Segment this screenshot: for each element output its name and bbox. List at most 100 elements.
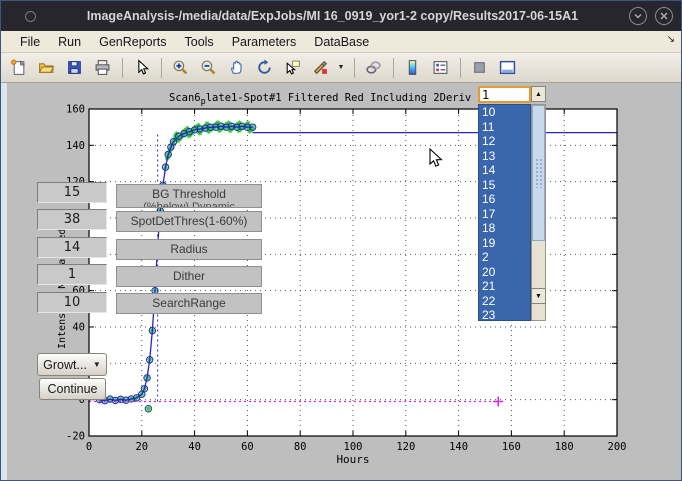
open-folder-icon	[38, 59, 55, 76]
insert-colorbar-button[interactable]	[399, 55, 425, 81]
spot-list-item[interactable]: 23	[479, 308, 530, 321]
spot-list-item[interactable]: 14	[479, 163, 530, 178]
save-icon	[66, 59, 83, 76]
insert-legend-icon	[432, 59, 449, 76]
searchrange-label: SearchRange	[117, 297, 261, 310]
spotdetthres-button[interactable]: SpotDetThres(1-60%)	[116, 211, 262, 232]
dither-label: Dither	[117, 270, 261, 283]
link-plots-button[interactable]	[360, 55, 386, 81]
data-cursor-icon	[284, 59, 301, 76]
pointer-button[interactable]	[128, 55, 154, 81]
window-title: ImageAnalysis-/media/data/ExpJobs/MI 16_…	[36, 9, 629, 23]
searchrange-button[interactable]: SearchRange	[116, 293, 262, 314]
brush-icon	[312, 59, 329, 76]
zoom-in-button[interactable]	[167, 55, 193, 81]
left-edge-strip	[1, 83, 7, 481]
zoom-out-button[interactable]	[195, 55, 221, 81]
pan-button[interactable]	[223, 55, 249, 81]
spot-list-item[interactable]: 11	[479, 120, 530, 135]
spot-list-item[interactable]: 2	[479, 250, 530, 265]
zoom-in-icon	[172, 59, 189, 76]
bg-threshold-label: BG Threshold	[117, 188, 261, 201]
print-icon	[94, 59, 111, 76]
chevron-down-icon: ▼	[93, 360, 101, 369]
spot-list-item[interactable]: 13	[479, 149, 530, 164]
save-button[interactable]	[61, 55, 87, 81]
menu-item-parameters[interactable]: Parameters	[223, 33, 306, 51]
toolbar: ▼	[1, 53, 681, 83]
menu-item-genreports[interactable]: GenReports	[90, 33, 175, 51]
searchrange-input[interactable]	[37, 292, 107, 313]
app-window: ImageAnalysis-/media/data/ExpJobs/MI 16_…	[0, 0, 682, 481]
spotdetthres-label: SpotDetThres(1-60%)	[117, 215, 261, 228]
close-icon	[659, 11, 669, 21]
new-file-button[interactable]	[5, 55, 31, 81]
chevron-down-icon	[633, 11, 643, 21]
brush-button[interactable]	[307, 55, 333, 81]
show-plot-tools-button[interactable]	[494, 55, 520, 81]
spot-number-input[interactable]	[478, 86, 531, 103]
continue-label: Continue	[47, 382, 97, 396]
menu-item-database[interactable]: DataBase	[305, 33, 378, 51]
scrollbar-thumb[interactable]	[532, 105, 545, 241]
spot-listbox: ▲ 10111213141516171819220212223 ▼	[478, 86, 546, 321]
dither-button[interactable]: Dither	[116, 266, 262, 287]
toolbar-separator	[161, 58, 162, 78]
menu-overflow-icon[interactable]: ↘	[667, 34, 675, 45]
window-menu-button[interactable]	[25, 11, 36, 22]
radius-input[interactable]	[37, 237, 107, 258]
spot-list-item[interactable]: 18	[479, 221, 530, 236]
show-plot-tools-icon	[499, 59, 516, 76]
pointer-icon	[133, 59, 150, 76]
open-folder-button[interactable]	[33, 55, 59, 81]
spot-list-item[interactable]: 21	[479, 279, 530, 294]
menu-item-tools[interactable]: Tools	[176, 33, 223, 51]
link-plots-icon	[365, 59, 382, 76]
menubar: FileRunGenReportsToolsParametersDataBase…	[1, 31, 681, 53]
minimize-button[interactable]	[629, 7, 647, 25]
brush-caret-button[interactable]: ▼	[335, 55, 347, 81]
chevron-down-icon: ▼	[338, 64, 345, 71]
bg-threshold-label2: (%below) Dynamic	[117, 201, 261, 208]
toolbar-separator	[354, 58, 355, 78]
zoom-out-icon	[200, 59, 217, 76]
scrollbar-grip	[535, 158, 544, 188]
growth-dropdown[interactable]: Growt... ▼	[37, 353, 107, 376]
spot-list-item[interactable]: 16	[479, 192, 530, 207]
radius-button[interactable]: Radius	[116, 239, 262, 260]
spot-list-item[interactable]: 12	[479, 134, 530, 149]
titlebar: ImageAnalysis-/media/data/ExpJobs/MI 16_…	[1, 1, 681, 31]
spot-list-item[interactable]: 20	[479, 265, 530, 280]
growth-dropdown-label: Growt...	[43, 358, 87, 372]
spot-list-item[interactable]: 10	[479, 105, 530, 120]
toolbar-separator	[460, 58, 461, 78]
insert-legend-button[interactable]	[427, 55, 453, 81]
data-cursor-button[interactable]	[279, 55, 305, 81]
insert-colorbar-icon	[404, 59, 421, 76]
continue-button[interactable]: Continue	[39, 378, 106, 400]
new-file-icon	[10, 59, 27, 76]
spotdetthres-input[interactable]	[37, 209, 107, 230]
spot-list: 10111213141516171819220212223	[478, 104, 531, 321]
spot-list-item[interactable]: 17	[479, 207, 530, 222]
close-button[interactable]	[655, 7, 673, 25]
menu-item-file[interactable]: File	[11, 33, 49, 51]
hide-plot-tools-icon	[471, 59, 488, 76]
scroll-down-button[interactable]: ▼	[531, 288, 546, 304]
menu-item-run[interactable]: Run	[49, 33, 90, 51]
bg-threshold-input[interactable]	[37, 182, 107, 203]
bg-threshold-button[interactable]: BG Threshold(%below) Dynamic	[116, 184, 262, 208]
rotate-3d-icon	[256, 59, 273, 76]
rotate-3d-button[interactable]	[251, 55, 277, 81]
dither-input[interactable]	[37, 264, 107, 285]
pan-icon	[228, 59, 245, 76]
hide-plot-tools-button[interactable]	[466, 55, 492, 81]
spot-list-item[interactable]: 22	[479, 294, 530, 309]
spot-list-item[interactable]: 19	[479, 236, 530, 251]
scroll-up-button[interactable]: ▲	[531, 86, 546, 102]
toolbar-separator	[122, 58, 123, 78]
toolbar-separator	[393, 58, 394, 78]
radius-label: Radius	[117, 243, 261, 256]
spot-list-item[interactable]: 15	[479, 178, 530, 193]
print-button[interactable]	[89, 55, 115, 81]
